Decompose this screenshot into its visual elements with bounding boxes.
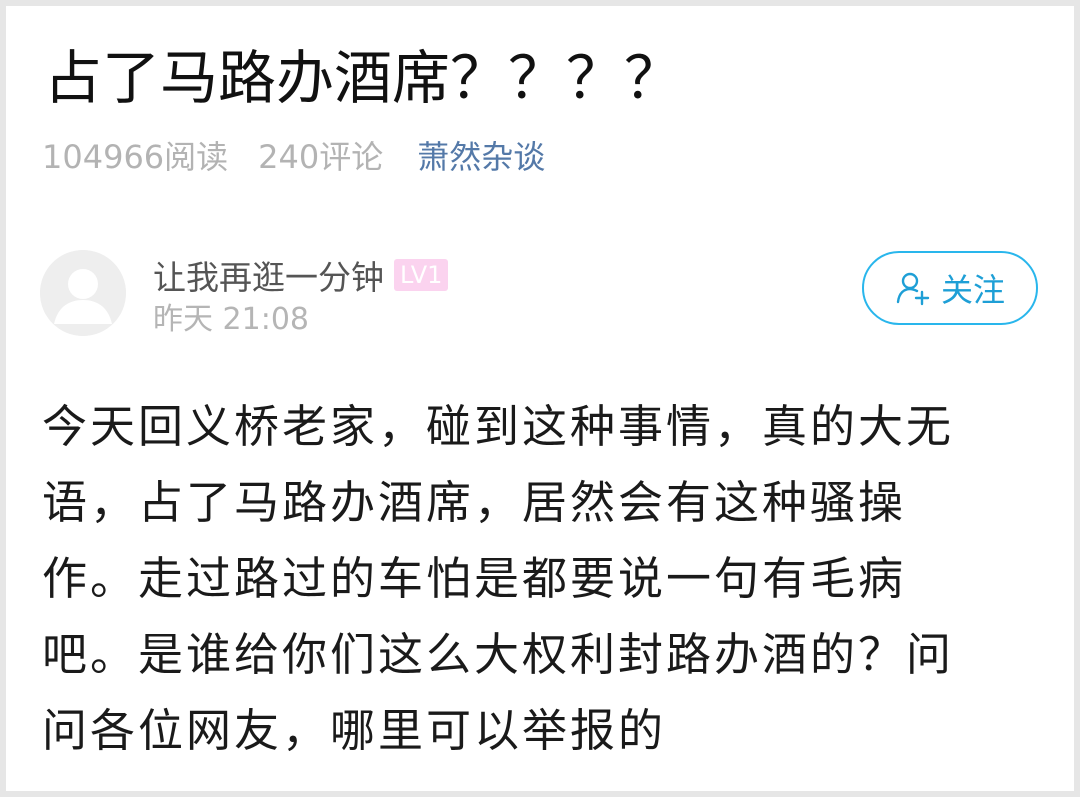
source-link[interactable]: 萧然杂谈	[417, 135, 545, 179]
author-avatar[interactable]	[40, 250, 126, 336]
author-info: 让我再逛一分钟 LV1	[153, 251, 449, 299]
post-time: 昨天 21:08	[153, 302, 309, 337]
author-name[interactable]: 让我再逛一分钟	[153, 251, 384, 299]
article-title: 占了马路办酒席？？？？	[44, 44, 683, 112]
body-line: 今天回义桥老家，碰到这种事情，真的大无	[42, 400, 955, 453]
body-line: 语，占了马路办酒席，居然会有这种骚操	[42, 476, 907, 529]
body-line: 吧。是谁给你们这么大权利封路办酒的？问	[42, 628, 955, 681]
level-badge: LV1	[394, 259, 449, 291]
comment-count[interactable]: 240评论	[258, 135, 383, 179]
follow-button[interactable]: 关注	[862, 251, 1038, 325]
read-count: 104966阅读	[42, 138, 229, 176]
default-avatar-icon	[40, 250, 126, 336]
follow-label: 关注	[940, 271, 1005, 309]
body-line: 作。走过路过的车怕是都要说一句有毛病	[42, 552, 907, 605]
body-line: 问各位网友，哪里可以举报的	[42, 704, 667, 757]
article-meta: 104966阅读 240评论 萧然杂谈	[42, 135, 545, 179]
post-body: 今天回义桥老家，碰到这种事情，真的大无 语，占了马路办酒席，居然会有这种骚操 作…	[42, 389, 1042, 769]
add-user-icon	[896, 272, 930, 306]
